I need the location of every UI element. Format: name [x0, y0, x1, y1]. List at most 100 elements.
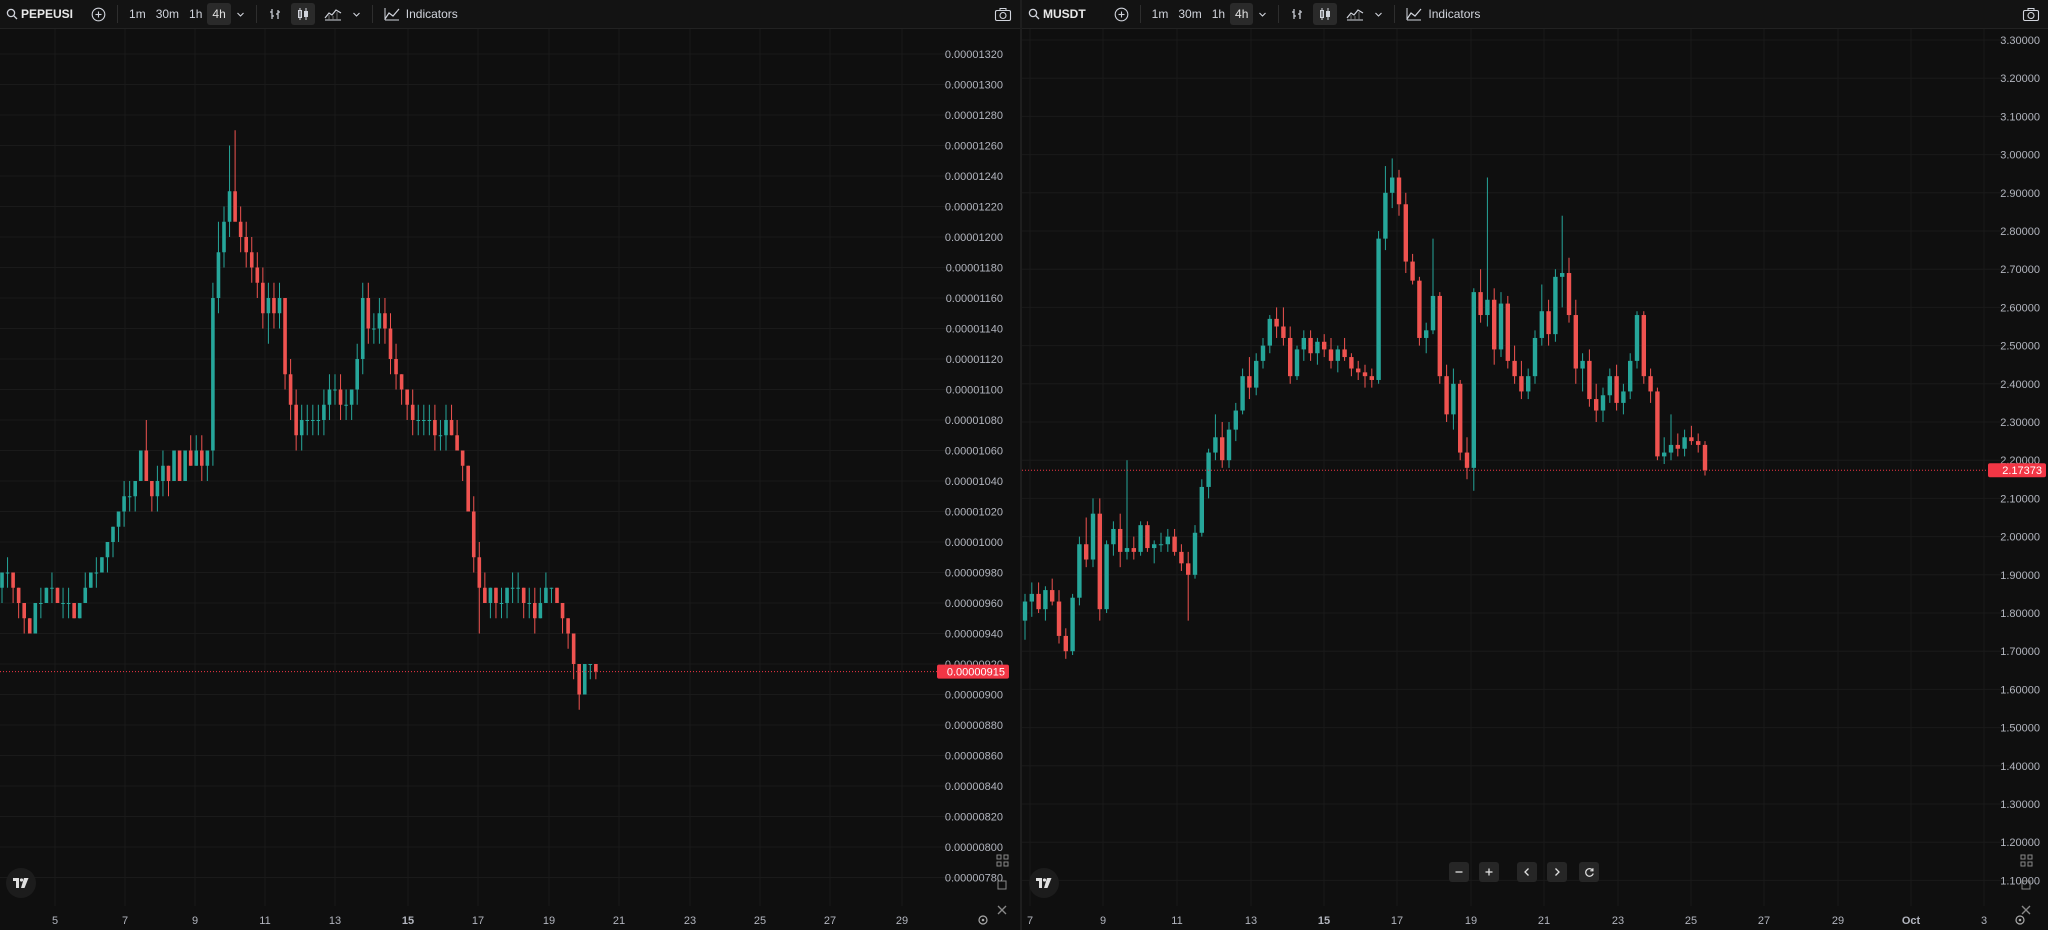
candle-body — [83, 587, 88, 603]
candle-body — [533, 603, 537, 619]
y-axis-tick-label: 3.10000 — [2000, 111, 2040, 123]
candle-body — [1077, 544, 1082, 598]
y-axis-tick-label: 3.00000 — [2000, 150, 2040, 162]
tradingview-logo-icon[interactable] — [1029, 868, 1059, 898]
candle-body — [1029, 593, 1034, 602]
settings-icon[interactable] — [2011, 911, 2029, 929]
candle-body — [1607, 376, 1612, 396]
candle-body — [383, 313, 387, 329]
candle-body — [1335, 349, 1340, 361]
candle-body — [1641, 315, 1646, 377]
y-axis-tick-label: 3.20000 — [2000, 73, 2040, 85]
x-axis-tick-label: 5 — [52, 915, 58, 927]
candle-body — [1179, 551, 1184, 564]
candle-body — [505, 587, 509, 603]
candle-body — [266, 298, 271, 314]
candle-body — [155, 481, 160, 497]
y-axis-tick-label: 1.70000 — [2000, 646, 2040, 658]
x-axis-tick-label: 17 — [472, 915, 484, 927]
x-axis-tick-label: 25 — [754, 915, 766, 927]
candlestick-chart[interactable]: 3.30000 3.20000 3.10000 3.00000 2.90000 2.800… — [1022, 0, 2048, 930]
candle-body — [1553, 276, 1558, 335]
candle-body — [1403, 204, 1408, 262]
y-axis-tick-label: 0.00001040 — [945, 476, 1003, 488]
candle-body — [1260, 345, 1266, 361]
candle-body — [1254, 360, 1259, 388]
candle-body — [1444, 376, 1449, 415]
x-axis-tick-label: Oct — [1902, 915, 1921, 927]
maximize-icon[interactable] — [993, 876, 1011, 894]
candle-body — [1424, 330, 1429, 338]
candle-body — [1192, 532, 1198, 575]
candle-body — [1097, 513, 1102, 610]
candle-body — [1274, 318, 1279, 327]
x-axis-tick-label: 27 — [1758, 915, 1770, 927]
x-axis-tick-label: 13 — [1245, 915, 1257, 927]
candle-body — [327, 389, 332, 405]
candle-body — [233, 191, 237, 222]
candle-body — [1621, 391, 1626, 403]
candle-body — [510, 587, 515, 589]
candle-body — [1471, 292, 1476, 468]
candle-body — [188, 450, 193, 466]
maximize-icon[interactable] — [2017, 876, 2035, 894]
candle-body — [1587, 360, 1592, 400]
candle-body — [127, 496, 132, 498]
candle-body — [527, 603, 532, 604]
close-icon[interactable] — [993, 901, 1011, 919]
candle-body — [582, 664, 587, 695]
y-axis-tick-label: 1.40000 — [2000, 761, 2040, 773]
candle-body — [1682, 437, 1687, 449]
candle-body — [316, 420, 321, 421]
candle-body — [1546, 311, 1551, 335]
candlestick-chart[interactable]: 0.00001320 0.00001300 0.00001280 0.00001260… — [0, 0, 1020, 930]
reset-chart-icon[interactable] — [1579, 862, 1599, 882]
scroll-left-icon[interactable] — [1517, 862, 1537, 882]
candle-body — [488, 587, 493, 603]
candle-body — [494, 587, 498, 603]
y-axis-tick-label: 0.00000960 — [945, 598, 1003, 610]
chart-pane-left: PEPEUSI 1m 30m 1h 4h Indicators 0.000013… — [0, 0, 1020, 930]
candle-body — [194, 450, 199, 466]
x-axis-tick-label: 17 — [1391, 915, 1403, 927]
chart-pane-right: MUSDT 1m 30m 1h 4h Indicators 3.30000 3.… — [1022, 0, 2048, 930]
settings-icon[interactable] — [974, 911, 992, 929]
zoom-out-icon[interactable] — [1449, 862, 1469, 882]
candle-body — [144, 450, 149, 481]
candle-body — [1512, 360, 1517, 377]
candle-body — [338, 389, 343, 405]
grid-layout-icon[interactable] — [2017, 851, 2035, 869]
candle-body — [1281, 326, 1286, 338]
candle-body — [377, 313, 382, 329]
candle-body — [1505, 303, 1510, 361]
candle-body — [16, 587, 21, 603]
y-axis-tick-label: 0.00001080 — [945, 415, 1003, 427]
grid-layout-icon[interactable] — [993, 851, 1011, 869]
scroll-right-icon[interactable] — [1547, 862, 1567, 882]
candle-body — [1349, 357, 1354, 369]
chart-navigation-bar — [1449, 862, 1599, 882]
candle-body — [44, 587, 49, 603]
candle-body — [372, 328, 376, 330]
y-axis-tick-label: 1.80000 — [2000, 608, 2040, 620]
candle-body — [72, 603, 76, 619]
candle-body — [227, 191, 232, 222]
x-axis-tick-label: 15 — [402, 915, 414, 927]
x-axis-tick-label: 9 — [1100, 915, 1106, 927]
candle-body — [1158, 544, 1164, 546]
candle-body — [577, 664, 581, 695]
candle-body — [1362, 372, 1368, 377]
tradingview-logo-icon[interactable] — [6, 868, 36, 898]
candle-body — [349, 389, 354, 405]
y-axis-tick-label: 2.90000 — [2000, 188, 2040, 200]
y-axis-tick-label: 0.00000900 — [945, 690, 1003, 702]
candle-body — [1056, 601, 1062, 636]
candle-body — [1118, 528, 1123, 552]
y-axis-tick-label: 0.00000940 — [945, 629, 1003, 641]
trading-app: PEPEUSI 1m 30m 1h 4h Indicators 0.000013… — [0, 0, 2048, 930]
candle-body — [94, 572, 99, 574]
zoom-in-icon[interactable] — [1479, 862, 1499, 882]
candle-body — [1573, 315, 1578, 369]
candle-body — [333, 389, 337, 391]
y-axis-tick-label: 2.00000 — [2000, 532, 2040, 544]
